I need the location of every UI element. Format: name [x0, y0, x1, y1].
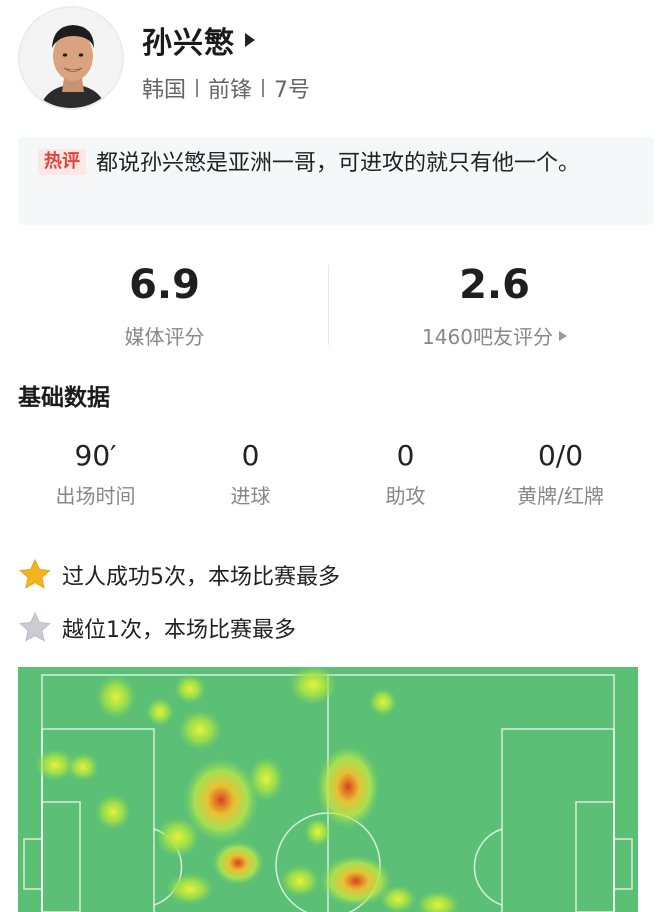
ratings-section: 6.9 媒体评分 2.6 1460吧友评分 [0, 255, 659, 355]
meta-divider [196, 79, 199, 97]
player-number: 7号 [274, 78, 311, 103]
player-avatar[interactable] [18, 6, 124, 110]
fan-rating-label-text: 1460吧友评分 [422, 325, 553, 349]
heatmap-pitch [18, 667, 638, 912]
media-rating-value: 6.9 [129, 262, 200, 308]
stat-value: 0 [241, 439, 260, 472]
player-name-row[interactable]: 孙兴慜 [142, 18, 255, 62]
triangle-right-icon [245, 33, 255, 47]
triangle-right-icon [558, 330, 567, 341]
media-rating-label-text: 媒体评分 [124, 325, 205, 349]
hot-comment[interactable]: 热评 都说孙兴慜是亚洲一哥，可进攻的就只有他一个。 [18, 137, 654, 225]
stat-label: 黄牌/红牌 [517, 484, 604, 508]
highlight-item: 越位1次，本场比赛最多 [18, 611, 638, 645]
highlight-text: 过人成功5次，本场比赛最多 [62, 565, 340, 590]
stat-label: 出场时间 [55, 484, 136, 508]
stat-label: 助攻 [385, 484, 426, 508]
media-rating-label: 媒体评分 [0, 321, 329, 350]
highlight-text: 越位1次，本场比赛最多 [62, 618, 296, 643]
stat-goals: 0 进球 [173, 438, 328, 518]
player-photo [20, 8, 122, 108]
player-position: 前锋 [208, 78, 253, 103]
stat-label: 进球 [230, 484, 271, 508]
rating-divider [328, 265, 329, 345]
basic-stats: 90′ 出场时间 0 进球 0 助攻 0/0 黄牌/红牌 [18, 438, 638, 518]
fan-rating[interactable]: 2.6 1460吧友评分 [330, 255, 659, 350]
player-name: 孙兴慜 [142, 26, 235, 61]
silver-star-icon [19, 611, 51, 642]
hot-comment-text: 都说孙兴慜是亚洲一哥，可进攻的就只有他一个。 [96, 151, 581, 176]
hot-comment-badge: 热评 [38, 149, 86, 175]
player-meta: 韩国 前锋 7号 [142, 72, 310, 104]
player-country: 韩国 [142, 78, 187, 103]
meta-divider [262, 79, 265, 97]
highlights-list: 过人成功5次，本场比赛最多 越位1次，本场比赛最多 [18, 558, 638, 664]
stat-value: 0/0 [537, 439, 584, 472]
player-header: 孙兴慜 韩国 前锋 7号 [0, 0, 659, 130]
fan-rating-value: 2.6 [459, 262, 530, 308]
stat-cards: 0/0 黄牌/红牌 [483, 438, 638, 518]
highlight-item: 过人成功5次，本场比赛最多 [18, 558, 638, 592]
stat-minutes: 90′ 出场时间 [18, 438, 173, 518]
stat-value: 0 [396, 439, 415, 472]
basic-stats-title: 基础数据 [18, 385, 110, 411]
stat-assists: 0 助攻 [328, 438, 483, 518]
media-rating: 6.9 媒体评分 [0, 255, 329, 350]
stat-value: 90′ [74, 439, 117, 472]
fan-rating-label[interactable]: 1460吧友评分 [330, 321, 659, 350]
gold-star-icon [19, 558, 51, 589]
heatmap-svg [18, 667, 638, 912]
